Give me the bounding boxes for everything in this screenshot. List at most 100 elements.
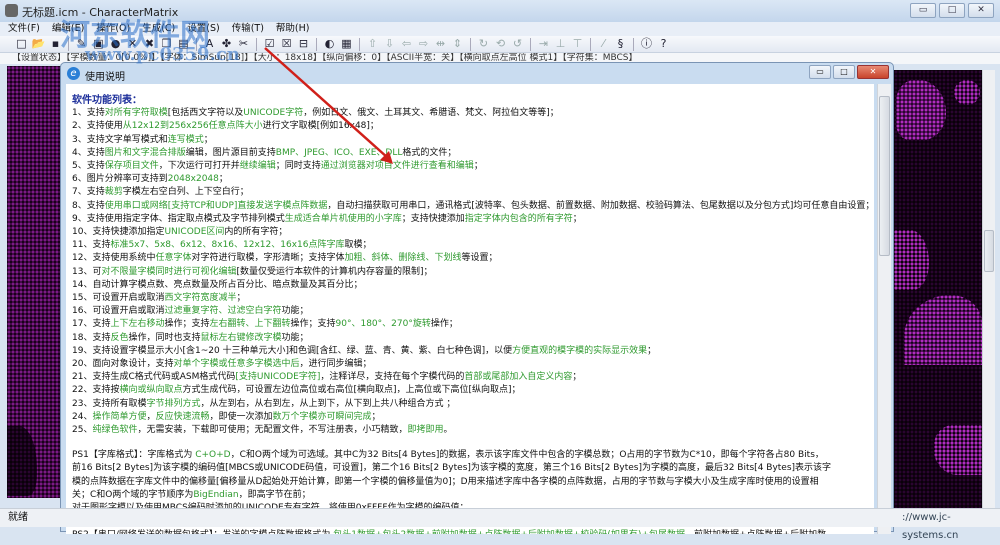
shift-right-icon[interactable]: ⇥ <box>536 37 551 51</box>
move-right-icon[interactable]: ⇨ <box>416 37 431 51</box>
feature-list-heading: 软件功能列表： <box>72 95 142 106</box>
align-top-icon[interactable]: ⊤ <box>570 37 585 51</box>
matrix-scrollbar[interactable] <box>982 70 995 510</box>
text-segment: ； <box>371 411 381 422</box>
text-segment: 操作；支持 <box>290 319 336 330</box>
title-bar: 无标题.icm - CharacterMatrix ▭ □ ✕ <box>0 0 1000 22</box>
maximize-button[interactable]: □ <box>939 3 965 18</box>
open-icon[interactable]: 📂 <box>31 37 46 51</box>
highlighted-text: [支持UNICODE字符] <box>235 372 321 383</box>
dialog-minimize-button[interactable]: ▭ <box>809 65 831 79</box>
grid-icon[interactable]: ▦ <box>339 37 354 51</box>
new-icon[interactable]: □ <box>14 37 29 51</box>
rotate-icon[interactable]: ↻ <box>476 37 491 51</box>
invert-icon[interactable]: ◐ <box>322 37 337 51</box>
dialog-title-bar: e 使用说明 ▭ □ ✕ <box>61 63 893 84</box>
text-segment: 17、支持 <box>72 319 111 330</box>
toolbar-separator <box>470 37 471 51</box>
menu-item[interactable]: 传输(T) <box>232 22 264 36</box>
add-image-icon[interactable]: ▣ <box>91 37 106 51</box>
font-icon[interactable]: A <box>202 37 217 51</box>
dialog-maximize-button[interactable]: □ <box>833 65 855 79</box>
text-segment: ，即使一次添加 <box>209 411 273 422</box>
dot-matrix-left[interactable] <box>7 66 61 498</box>
minimize-button[interactable]: ▭ <box>910 3 936 18</box>
close-button[interactable]: ✕ <box>968 3 994 18</box>
flip-v-icon[interactable]: ⇕ <box>450 37 465 51</box>
text-segment: 23、支持所有取模 <box>72 398 147 409</box>
menu-item[interactable]: 文件(F) <box>8 22 40 36</box>
dialog-close-button[interactable]: ✕ <box>857 65 889 79</box>
feature-line: 2、支持使用从12x12到256x256任意点阵大小进行文字取模[例如16x48… <box>72 120 874 133</box>
rotate-ccw-icon[interactable]: ↺ <box>510 37 525 51</box>
highlighted-text: 首部或尾部加入自定义内容 <box>464 372 573 383</box>
copy-icon[interactable]: ❐ <box>159 37 174 51</box>
text-segment: [包括西文字符以及 <box>167 108 244 119</box>
dialog-title: 使用说明 <box>85 72 125 83</box>
serial-icon[interactable]: § <box>613 37 628 51</box>
feature-line: 24、操作简单方便，反应快速流畅，即使一次添加数万个字模亦可瞬间完成； <box>72 411 874 424</box>
menu-item[interactable]: 操作(O) <box>96 22 130 36</box>
menu-bar: 文件(F) 编辑(E) 操作(O) 生成(C) 设置(S) 传输(T) 帮助(H) <box>0 22 1000 36</box>
highlighted-text: 90°、180°、270°旋转 <box>335 319 431 330</box>
highlighted-text: 过滤重复字符、过滤空白字符 <box>164 306 282 317</box>
menu-item[interactable]: 生成(C) <box>142 22 175 36</box>
move-down-icon[interactable]: ⇩ <box>382 37 397 51</box>
save-icon[interactable]: ▪ <box>48 37 63 51</box>
highlighted-text: 反应快速流畅 <box>155 411 210 422</box>
toolbar-separator <box>530 37 531 51</box>
highlighted-text: 操作简单方便 <box>92 411 147 422</box>
feature-line: 10、支持快捷添加指定UNICODE区间内的所有字符； <box>72 226 874 239</box>
text-segment: 格式的文件； <box>402 147 457 158</box>
text-segment: 功能； <box>281 332 309 343</box>
flip-h-icon[interactable]: ⇹ <box>433 37 448 51</box>
highlighted-text: 纯绿色软件 <box>92 425 138 436</box>
rotate-180-icon[interactable]: ⟲ <box>493 37 508 51</box>
menu-item[interactable]: 编辑(E) <box>52 22 84 36</box>
feature-line: 25、纯绿色软件，无需安装，下载即可使用；无配置文件，不写注册表，小巧精致，即拷… <box>72 424 874 437</box>
check-icon[interactable]: ☑ <box>262 37 277 51</box>
paste-icon[interactable]: ▤ <box>176 37 191 51</box>
highlighted-text: 上下左右移动 <box>110 319 165 330</box>
paw-icon[interactable]: ✤ <box>219 37 234 51</box>
move-left-icon[interactable]: ⇦ <box>399 37 414 51</box>
highlighted-text: UNICODE字符 <box>243 108 304 119</box>
dialog-scrollbar[interactable] <box>877 84 891 534</box>
highlighted-text: UNICODE区间 <box>164 227 225 238</box>
feature-line: 19、支持设置字模显示大小[含1~20 十三种单元大小]和色调[含红、绿、蓝、青… <box>72 345 874 358</box>
feature-line: 15、可设置开启或取消西文字符宽度减半； <box>72 292 874 305</box>
text-segment: 18、支持 <box>72 332 111 343</box>
highlighted-text: 左右翻转、上下翻转 <box>209 319 291 330</box>
add-char-icon[interactable]: ✎ <box>74 37 89 51</box>
text-segment: ； <box>647 345 657 356</box>
align-bottom-icon[interactable]: ⊥ <box>553 37 568 51</box>
cross-box-icon[interactable]: ☒ <box>279 37 294 51</box>
delete-all-icon[interactable]: ✖ <box>142 37 157 51</box>
text-segment: 6、图片分辨率可支持到 <box>72 174 168 185</box>
highlighted-text: 横向或纵向取点 <box>119 385 183 396</box>
help-icon[interactable]: ? <box>656 37 671 51</box>
delete-icon[interactable]: ✕ <box>125 37 140 51</box>
split-icon[interactable]: ⊟ <box>296 37 311 51</box>
pen-icon[interactable]: ⁄ <box>596 37 611 51</box>
text-segment: 20、面向对象设计，支持 <box>72 359 174 370</box>
text-segment: 操作； <box>430 319 458 330</box>
highlighted-text: 即拷即用 <box>407 425 444 436</box>
toolbar: □ 📂 ▪ ✎ ▣ ● ✕ ✖ ❐ ▤ A ✤ ✂ ☑ ☒ ⊟ ◐ ▦ ⇧ ⇩ ⇦ ⇨ ⇹ ⇕ ↻ ⟲ ↺ ⇥ ⊥ ⊤ ⁄ § ⓘ? <box>0 36 1000 53</box>
color-icon[interactable]: ● <box>108 37 123 51</box>
toolbar-separator <box>256 37 257 51</box>
app-icon <box>5 4 18 17</box>
dot-matrix-right[interactable] <box>894 70 982 510</box>
highlighted-text: 反色 <box>110 332 129 343</box>
highlighted-text: 数万个字模亦可瞬间完成 <box>272 411 372 422</box>
move-up-icon[interactable]: ⇧ <box>365 37 380 51</box>
text-segment: 字模左右空白列、上下空白行； <box>122 187 249 198</box>
info-icon[interactable]: ⓘ <box>639 37 654 51</box>
tools-icon[interactable]: ✂ <box>236 37 251 51</box>
text-segment: ，从左到右，从右到左，从上到下，从下到上共八种组合方式 ； <box>200 398 456 409</box>
browser-icon: e <box>67 67 80 80</box>
text-segment: 3、支持文字单写模式和 <box>72 134 168 145</box>
menu-item[interactable]: 设置(S) <box>187 22 219 36</box>
highlighted-text: 对所有字符取模 <box>104 108 168 119</box>
menu-item[interactable]: 帮助(H) <box>276 22 310 36</box>
